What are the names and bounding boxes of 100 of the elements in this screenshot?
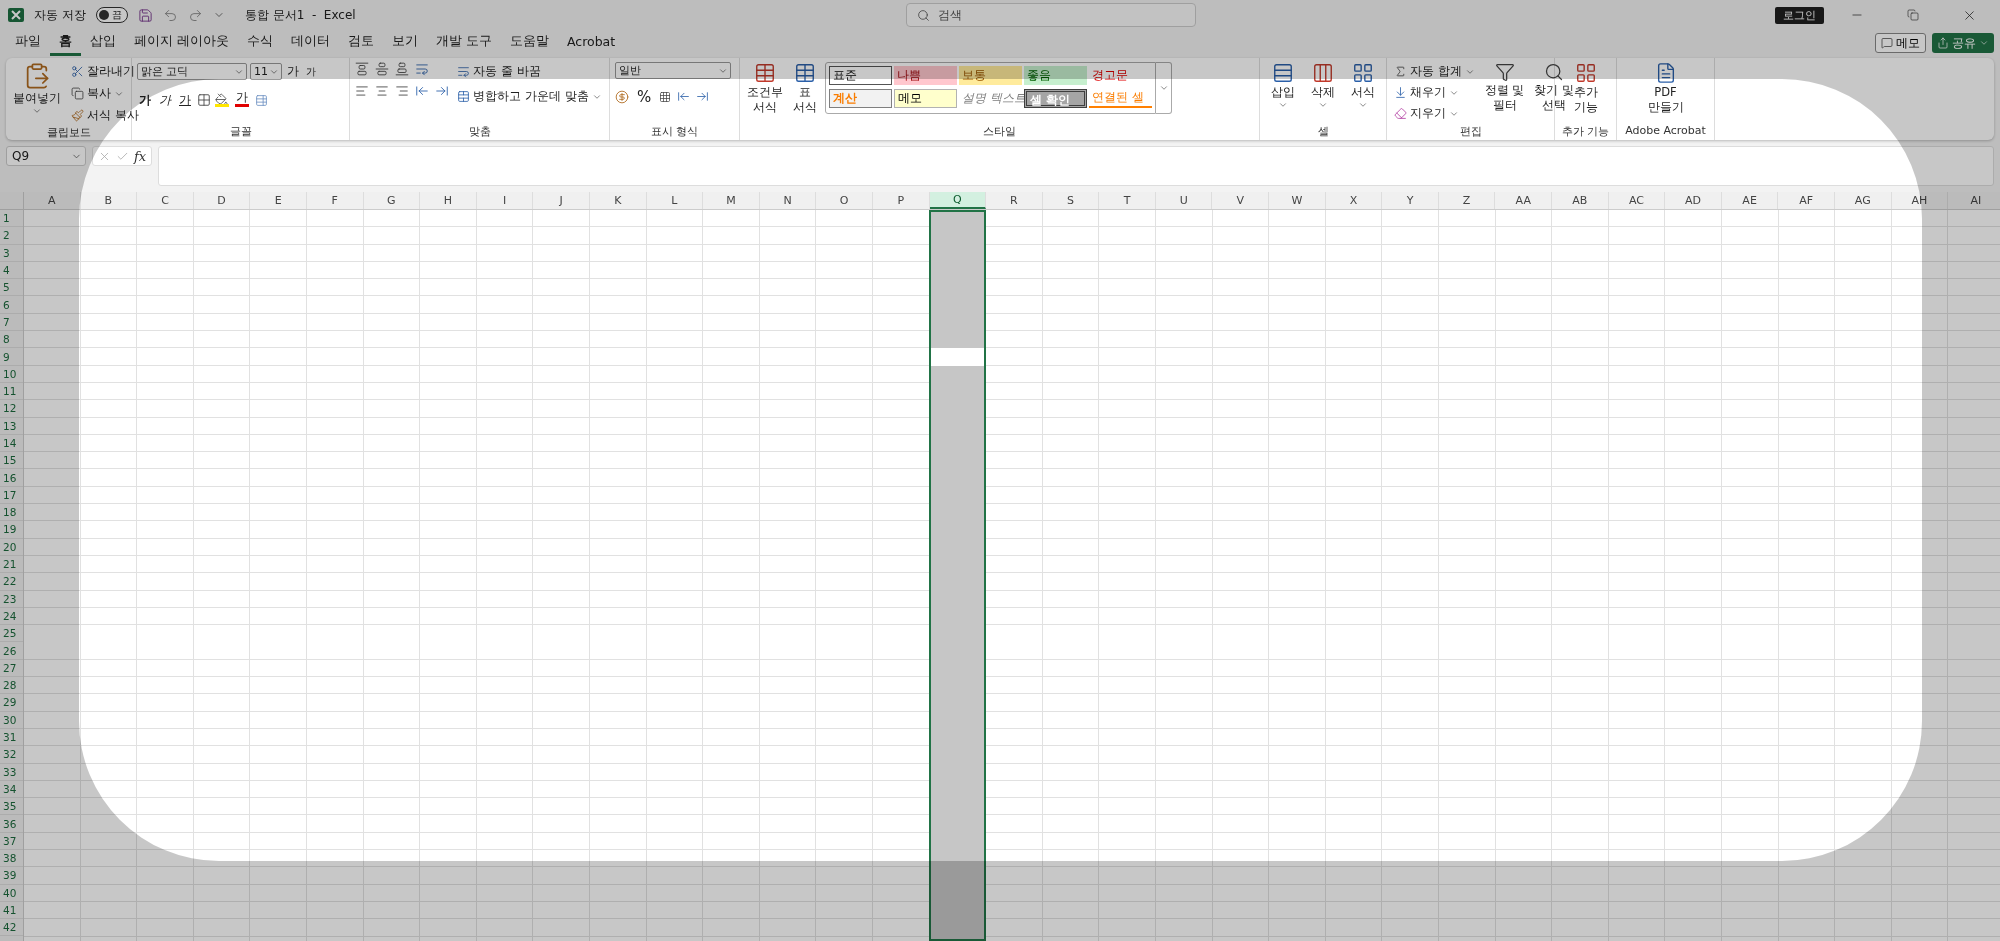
column-header[interactable]: U [1155, 192, 1213, 209]
autosave-toggle[interactable]: 끔 [95, 7, 128, 23]
column-header[interactable]: AE [1721, 192, 1779, 209]
underline-button[interactable]: 가 [177, 90, 193, 110]
active-cell[interactable] [930, 348, 985, 366]
row-header[interactable]: 30 [0, 711, 23, 729]
row-header[interactable]: 25 [0, 625, 23, 643]
ribbon-tab[interactable]: 파일 [6, 30, 50, 56]
merge-center-button[interactable]: 병합하고 가운데 맞춤 [455, 87, 604, 106]
row-header[interactable]: 37 [0, 832, 23, 850]
row-header[interactable]: 36 [0, 815, 23, 833]
row-header[interactable]: 39 [0, 867, 23, 885]
row-header[interactable]: 4 [0, 261, 23, 280]
column-header[interactable]: Q [929, 192, 987, 209]
percent-button[interactable]: % [635, 87, 654, 106]
row-header[interactable]: 21 [0, 555, 23, 574]
column-header[interactable]: X [1325, 192, 1383, 209]
cell-style[interactable]: 보통 [959, 66, 1022, 85]
column-header[interactable]: N [759, 192, 817, 209]
share-button[interactable]: 공유 [1932, 33, 1994, 53]
ribbon-tab[interactable]: 보기 [383, 30, 427, 56]
column-header[interactable]: AD [1665, 192, 1722, 209]
cell-style[interactable]: 메모 [894, 89, 957, 108]
cell-style[interactable]: 나쁨 [894, 66, 957, 85]
row-header[interactable]: 42 [0, 919, 23, 937]
cell-style[interactable]: 설명 텍스트 [959, 89, 1022, 108]
column-header[interactable]: AA [1495, 192, 1553, 209]
column-header[interactable]: P [872, 192, 930, 209]
shrink-font-button[interactable]: 가 [304, 62, 318, 81]
row-header[interactable]: 16 [0, 469, 23, 487]
row-header[interactable]: 10 [0, 365, 23, 383]
ribbon-tab[interactable]: Acrobat [557, 30, 625, 56]
italic-button[interactable]: 가 [157, 90, 173, 110]
column-header[interactable]: D [193, 192, 251, 209]
column-header[interactable]: AF [1778, 192, 1835, 209]
row-header[interactable]: 33 [0, 763, 23, 781]
column-header[interactable]: V [1212, 192, 1270, 209]
ribbon-tab[interactable]: 삽입 [81, 30, 125, 56]
row-header[interactable]: 9 [0, 348, 23, 366]
column-header[interactable]: AB [1552, 192, 1609, 209]
column-header[interactable]: L [646, 192, 704, 209]
row-header[interactable]: 13 [0, 417, 23, 435]
conditional-format-button[interactable]: 조건부 서식 [745, 62, 785, 124]
autosum-button[interactable]: 자동 합계 [1392, 62, 1477, 81]
row-header[interactable]: 35 [0, 798, 23, 816]
row-header[interactable]: 29 [0, 694, 23, 712]
column-header[interactable]: Y [1382, 192, 1439, 209]
ribbon-tab[interactable]: 검토 [339, 30, 383, 56]
cell-style[interactable]: 경고문 [1089, 66, 1152, 85]
font-name-field[interactable]: 맑은 고딕 [137, 63, 247, 80]
gallery-more-button[interactable] [1156, 62, 1172, 114]
column-header[interactable]: R [986, 192, 1043, 209]
column-header[interactable]: AG [1835, 192, 1892, 209]
column-header[interactable]: G [363, 192, 421, 209]
sort-filter-button[interactable]: 정렬 및 필터 [1482, 62, 1527, 124]
column-header[interactable]: W [1269, 192, 1326, 209]
cell-style[interactable]: 좋음 [1024, 66, 1087, 85]
format-table-button[interactable]: 표 서식 [791, 62, 819, 124]
column-header[interactable]: A [24, 192, 81, 209]
row-header[interactable]: 38 [0, 850, 23, 868]
column-header[interactable]: F [306, 192, 364, 209]
formula-input[interactable] [158, 146, 1994, 186]
row-header[interactable]: 8 [0, 331, 23, 349]
column-header[interactable]: K [589, 192, 647, 209]
name-box[interactable]: Q9 [6, 146, 86, 166]
number-format-field[interactable]: 일반 [615, 62, 731, 79]
search-field[interactable]: 검색 [905, 3, 1196, 27]
column-header[interactable]: B [80, 192, 138, 209]
cell-style[interactable]: 표준 [829, 66, 892, 85]
row-header[interactable]: 7 [0, 313, 23, 332]
row-header[interactable]: 1 [0, 210, 23, 228]
row-header[interactable]: 12 [0, 400, 23, 418]
column-header[interactable]: AH [1891, 192, 1949, 209]
paste-button[interactable]: 붙여넣기 [11, 62, 63, 125]
ribbon-tab[interactable]: 개발 도구 [427, 30, 501, 56]
row-header[interactable]: 27 [0, 659, 23, 677]
row-header[interactable]: 19 [0, 521, 23, 539]
ribbon-tab[interactable]: 수식 [238, 30, 282, 56]
memo-button[interactable]: 메모 [1875, 33, 1926, 53]
column-header[interactable]: O [816, 192, 873, 209]
column-header[interactable]: J [533, 192, 590, 209]
column-header[interactable]: AI [1948, 192, 2000, 209]
delete-button[interactable]: 삭제 [1309, 62, 1337, 124]
row-header[interactable]: 32 [0, 746, 23, 764]
row-header[interactable]: 41 [0, 901, 23, 920]
ribbon-tab[interactable]: 도움말 [500, 30, 558, 56]
row-header[interactable]: 11 [0, 382, 23, 401]
login-button[interactable]: 로그인 [1775, 6, 1824, 24]
insert-function-button[interactable]: fx [134, 148, 147, 164]
row-header[interactable]: 18 [0, 504, 23, 522]
fill-button[interactable]: 채우기 [1392, 83, 1477, 102]
row-header[interactable]: 26 [0, 642, 23, 660]
clear-button[interactable]: 지우기 [1392, 104, 1477, 123]
row-header[interactable]: 23 [0, 590, 23, 608]
row-header[interactable]: 6 [0, 296, 23, 314]
column-header[interactable]: T [1099, 192, 1156, 209]
column-header[interactable]: S [1042, 192, 1100, 209]
row-header[interactable]: 28 [0, 677, 23, 695]
row-header[interactable]: 5 [0, 279, 23, 297]
row-header[interactable]: 14 [0, 434, 23, 453]
